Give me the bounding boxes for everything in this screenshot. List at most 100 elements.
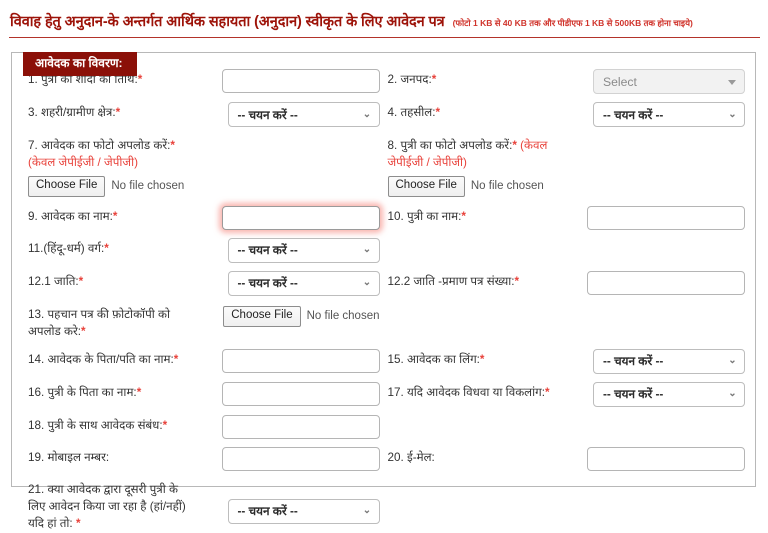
second-daughter-application-select[interactable]: -- चयन करें -- ⌄	[227, 498, 380, 524]
field-daughter-father-name	[221, 381, 380, 406]
field-applicant-photo: Choose File No file chosen	[28, 175, 380, 197]
email-input[interactable]	[587, 446, 745, 471]
tehsil-select[interactable]: -- चयन करें -- ⌄	[593, 102, 745, 127]
required-asterisk: *	[544, 385, 550, 399]
field-group-district: 2. जनपद:* Select	[380, 69, 745, 94]
field-id-proof-upload: Choose File No file chosen	[223, 304, 380, 327]
applicant-gender-select[interactable]: -- चयन करें -- ⌄	[593, 348, 745, 374]
required-asterisk: *	[81, 324, 86, 338]
label-email: 20. ई-मेल:	[387, 450, 435, 464]
label-district: 2. जनपद:*	[387, 73, 437, 86]
applicant-gender-select-value: -- चयन करें --	[603, 354, 664, 369]
label-applicant-gender: 15. आवेदक का लिंग:*	[387, 352, 485, 366]
applicant-name-input[interactable]	[221, 205, 380, 230]
field-group-id-proof-upload: 13. पहचान पत्र की फ़ोटोकॉपी को अपलोड करे…	[22, 304, 380, 341]
field-caste-certificate-number	[587, 270, 745, 295]
label-widow-disabled: 17. यदि आवेदक विधवा या विकलांग:*	[387, 385, 550, 399]
field-applicant-gender: -- चयन करें -- ⌄	[593, 348, 745, 374]
form-row-3: 7. आवेदक का फोटो अपलोड करें:* (केवल जेपी…	[22, 135, 745, 197]
field-group-daughter-photo: 8. पुत्री का फोटो अपलोड करें:* (केवल जेप…	[380, 135, 746, 197]
page-header: विवाह हेतु अनुदान-के अन्तर्गत आर्थिक सहा…	[0, 0, 768, 31]
field-group-applicant-photo: 7. आवेदक का फोटो अपलोड करें:* (केवल जेपी…	[22, 135, 380, 197]
field-relation-with-daughter	[221, 414, 380, 439]
field-group-daughter-name: 10. पुत्री का नाम:*	[380, 205, 745, 230]
applicant-details-section: आवेदक का विवरण: 1. पुत्री की शादी की तिथ…	[11, 52, 756, 530]
form-row-4: 9. आवेदक का नाम:* 10. पुत्री का नाम:*	[22, 205, 745, 230]
chevron-down-icon	[728, 79, 736, 85]
required-asterisk: *	[435, 106, 441, 119]
chevron-down-icon: ⌄	[362, 244, 372, 256]
caste-certificate-number-input[interactable]	[587, 270, 745, 295]
father-husband-name-input[interactable]	[221, 348, 380, 373]
daughter-photo-choose-file-button[interactable]: Choose File	[387, 175, 465, 197]
field-group-father-husband-name: 14. आवेदक के पिता/पति का नाम:*	[22, 348, 380, 373]
caste-select[interactable]: -- चयन करें -- ⌄	[227, 270, 380, 296]
form-row-12: 21. क्या आवेदक द्वारा दूसरी पुत्री के लि…	[22, 479, 745, 533]
daughter-photo-format-note-a: (केवल	[520, 139, 548, 152]
label-second-daughter-application: 21. क्या आवेदक द्वारा दूसरी पुत्री के लि…	[28, 482, 186, 530]
form-row-8: 14. आवेदक के पिता/पति का नाम:* 15. आवेदक…	[22, 348, 745, 374]
label-area-type: 3. शहरी/ग्रामीण क्षेत्र:*	[28, 106, 121, 119]
field-district: Select	[593, 69, 745, 94]
mobile-number-input[interactable]	[221, 446, 380, 471]
field-group-daughter-father-name: 16. पुत्री के पिता का नाम:*	[22, 381, 380, 406]
relation-with-daughter-input[interactable]	[221, 414, 380, 439]
tehsil-select-value: -- चयन करें --	[603, 107, 664, 122]
field-group-caste: 12.1 जाति:* -- चयन करें -- ⌄	[22, 270, 380, 296]
required-asterisk: *	[173, 352, 179, 366]
required-asterisk: *	[170, 139, 175, 152]
caste-select-value: -- चयन करें --	[237, 276, 298, 291]
applicant-photo-file-status: No file chosen	[111, 180, 185, 193]
field-daughter-name	[587, 205, 745, 230]
religion-category-select[interactable]: -- चयन करें -- ⌄	[227, 237, 380, 263]
field-group-email: 20. ई-मेल:	[380, 446, 745, 471]
field-group-applicant-name: 9. आवेदक का नाम:*	[22, 205, 380, 230]
area-type-select[interactable]: -- चयन करें -- ⌄	[227, 102, 380, 127]
field-email	[587, 446, 745, 471]
area-type-select-value: -- चयन करें --	[237, 107, 298, 122]
religion-category-select-value: -- चयन करें --	[237, 243, 298, 258]
field-group-widow-disabled: 17. यदि आवेदक विधवा या विकलांग:* -- चयन …	[380, 381, 745, 407]
field-group-mobile-number: 19. मोबाइल नम्बर:	[22, 446, 380, 471]
applicant-photo-choose-file-button[interactable]: Choose File	[28, 175, 106, 197]
page-title: विवाह हेतु अनुदान-के अन्तर्गत आर्थिक सहा…	[10, 14, 445, 30]
required-asterisk: *	[512, 139, 517, 152]
field-caste: -- चयन करें -- ⌄	[227, 270, 380, 296]
daughter-name-input[interactable]	[587, 205, 745, 230]
field-group-religion-category: 11.(हिंदू-धर्म) वर्ग:* -- चयन करें -- ⌄	[22, 237, 380, 263]
widow-disabled-select[interactable]: -- चयन करें -- ⌄	[593, 381, 745, 407]
required-asterisk: *	[115, 106, 121, 119]
chevron-down-icon: ⌄	[362, 108, 372, 120]
marriage-date-input[interactable]	[221, 69, 380, 93]
field-second-daughter-application: -- चयन करें -- ⌄	[227, 479, 380, 524]
header-divider	[9, 37, 760, 38]
field-mobile-number	[221, 446, 380, 471]
label-daughter-father-name: 16. पुत्री के पिता का नाम:*	[28, 385, 142, 399]
daughter-father-name-input[interactable]	[221, 381, 380, 406]
id-proof-choose-file-button[interactable]: Choose File	[223, 305, 301, 327]
chevron-down-icon: ⌄	[728, 355, 737, 367]
label-id-proof-upload: 13. पहचान पत्र की फ़ोटोकॉपी को अपलोड करे…	[28, 307, 170, 338]
field-daughter-photo: Choose File No file chosen	[387, 175, 746, 197]
field-area-type: -- चयन करें -- ⌄	[227, 102, 380, 127]
district-select[interactable]: Select	[593, 69, 745, 94]
form-row-7: 13. पहचान पत्र की फ़ोटोकॉपी को अपलोड करे…	[22, 304, 745, 341]
label-caste-certificate-number: 12.2 जाति -प्रमाण पत्र संख्या:*	[387, 274, 520, 288]
required-asterisk: *	[75, 516, 81, 530]
label-applicant-name: 9. आवेदक का नाम:*	[28, 209, 118, 223]
label-caste: 12.1 जाति:*	[28, 274, 84, 288]
required-asterisk: *	[136, 385, 142, 399]
field-group-caste-certificate-number: 12.2 जाति -प्रमाण पत्र संख्या:*	[380, 270, 745, 295]
id-proof-file-status: No file chosen	[306, 310, 380, 323]
form-row-11: 19. मोबाइल नम्बर: 20. ई-मेल:	[22, 446, 745, 471]
required-asterisk: *	[104, 241, 109, 255]
field-applicant-name	[221, 205, 380, 230]
form-row-2: 3. शहरी/ग्रामीण क्षेत्र:* -- चयन करें --…	[22, 102, 745, 127]
form-row-6: 12.1 जाति:* -- चयन करें -- ⌄ 12.2 जाति -…	[22, 270, 745, 296]
required-asterisk: *	[78, 274, 84, 288]
field-father-husband-name	[221, 348, 380, 373]
required-asterisk: *	[479, 352, 485, 366]
label-daughter-photo: 8. पुत्री का फोटो अपलोड करें:* (केवल जेप…	[387, 139, 548, 169]
required-asterisk: *	[112, 209, 118, 223]
label-daughter-name: 10. पुत्री का नाम:*	[387, 209, 466, 223]
